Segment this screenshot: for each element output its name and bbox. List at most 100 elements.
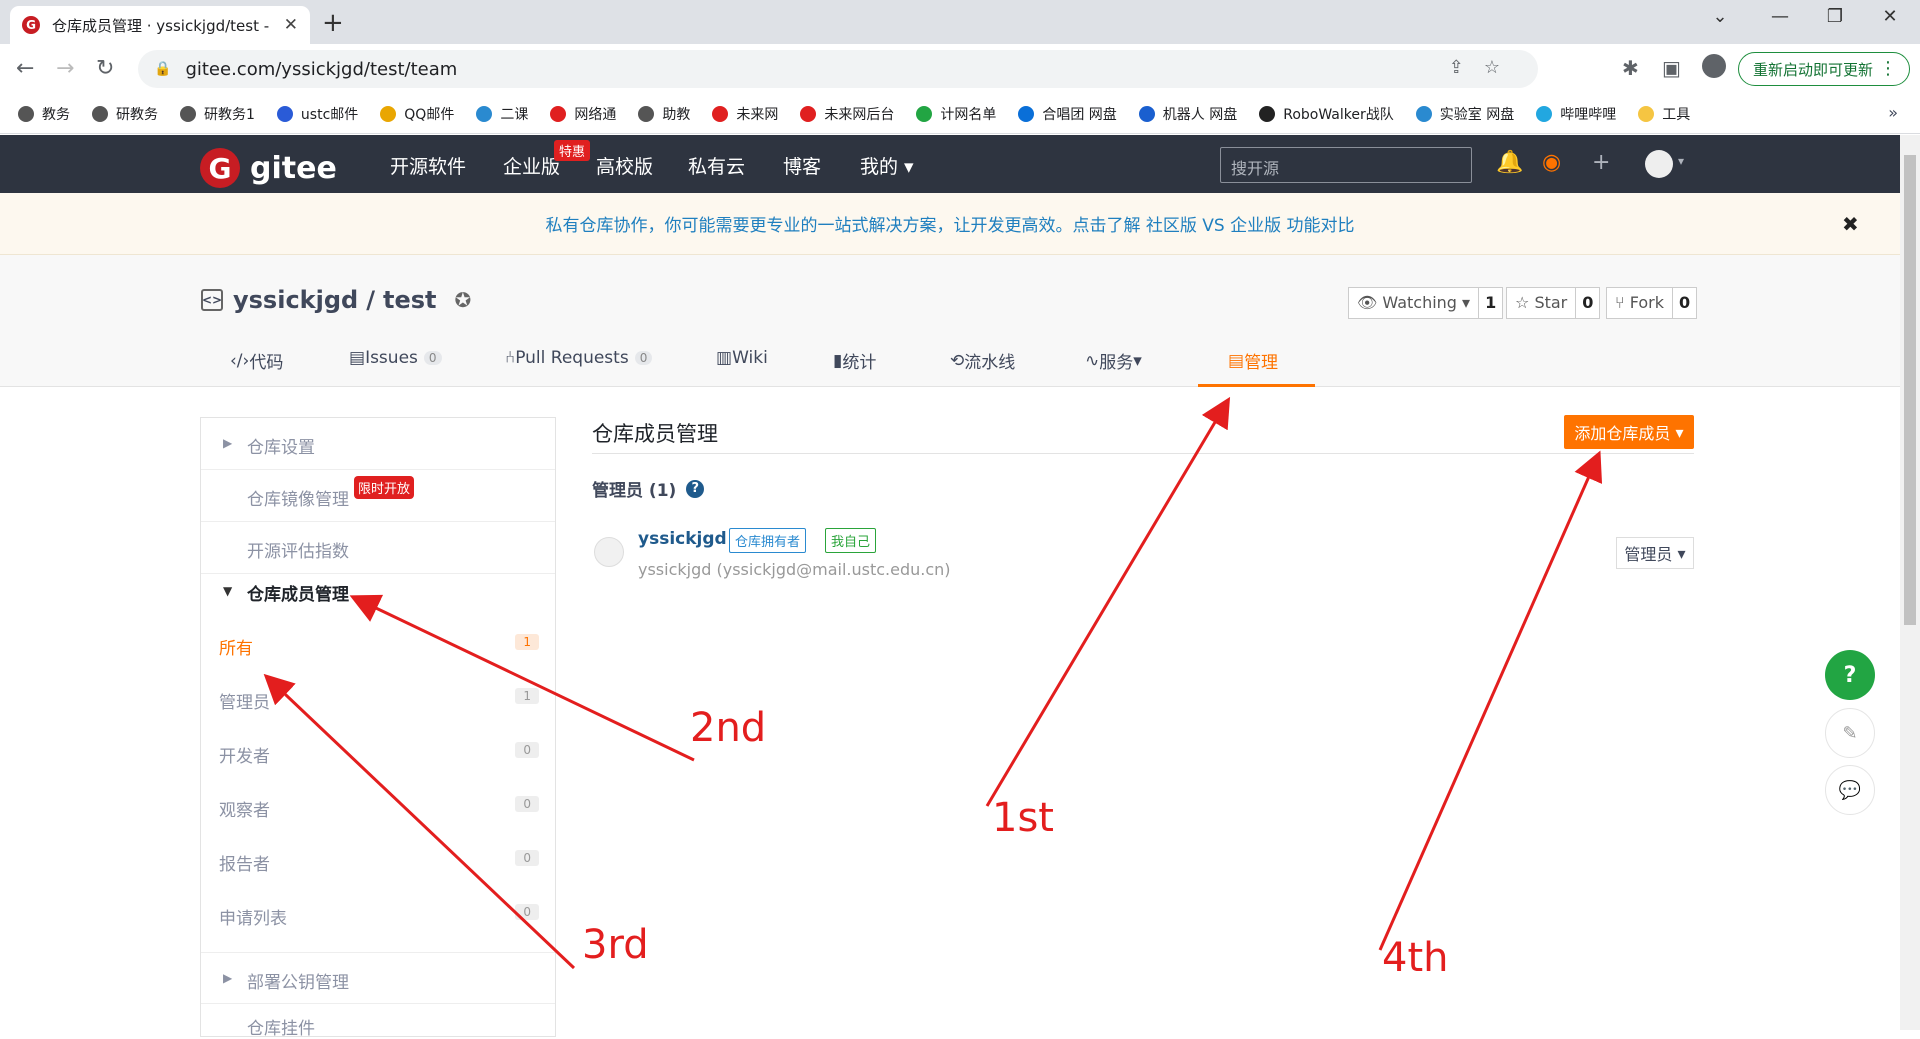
sidebar-deploy-keys[interactable]: ▶ 部署公钥管理 — [201, 952, 555, 1004]
tab-wiki[interactable]: ▥ Wiki — [716, 348, 768, 368]
restore-icon[interactable]: ❐ — [1815, 6, 1855, 27]
bookmark-item[interactable]: 研教务1 — [180, 104, 255, 124]
bookmark-label: 合唱团 网盘 — [1042, 106, 1117, 123]
sidebar-oss-index[interactable]: 开源评估指数 — [201, 522, 555, 574]
bookmark-item[interactable]: 教务 — [18, 104, 70, 124]
gitee-logo[interactable]: G gitee — [200, 148, 337, 188]
sidebar-item-observers[interactable]: 观察者 0 — [201, 796, 555, 821]
back-icon[interactable]: ← — [16, 56, 34, 81]
bookmark-item[interactable]: 合唱团 网盘 — [1018, 104, 1117, 124]
role-select[interactable]: 管理员 ▾ — [1616, 537, 1694, 569]
nav-mine[interactable]: 我的 ▾ — [860, 152, 914, 179]
tab-manage[interactable]: ▤ 管理 — [1228, 348, 1278, 374]
new-tab-icon[interactable]: + — [322, 8, 344, 38]
nav-university[interactable]: 高校版 — [596, 152, 653, 179]
bookmark-item[interactable]: 实验室 网盘 — [1415, 104, 1514, 124]
profile-icon[interactable] — [1702, 54, 1726, 78]
bookmark-item[interactable]: ustc邮件 — [276, 104, 358, 124]
repo-owner[interactable]: yssickjgd — [233, 286, 358, 314]
sidebar-member-mgmt[interactable]: ▼ 仓库成员管理 — [201, 580, 555, 605]
notice-text[interactable]: 私有仓库协作，你可能需要更专业的一站式解决方案，让开发更高效。点击了解 社区版 … — [545, 211, 1354, 236]
sidebar-item-all[interactable]: 所有 1 — [201, 634, 555, 659]
user-avatar[interactable] — [1645, 150, 1673, 178]
add-member-button[interactable]: 添加仓库成员 ▾ — [1564, 415, 1694, 449]
fork-button[interactable]: ⑂ Fork 0 — [1606, 287, 1698, 319]
bookmark-item[interactable]: 网络通 — [550, 104, 616, 124]
sidebar-item-applications[interactable]: 申请列表 0 — [201, 904, 555, 929]
watch-count[interactable]: 1 — [1479, 288, 1502, 318]
nav-blog[interactable]: 博客 — [783, 152, 821, 179]
close-tab-icon[interactable]: ✕ — [284, 15, 298, 35]
admins-heading: 管理员 (1) ? — [592, 476, 705, 501]
nav-private-cloud[interactable]: 私有云 — [688, 152, 745, 179]
bookmark-icon — [800, 105, 817, 122]
badge-icon[interactable]: ✪ — [455, 288, 472, 312]
repo-name[interactable]: test — [383, 286, 437, 314]
watch-label[interactable]: 👁 Watching ▾ — [1349, 288, 1480, 318]
chat-icon[interactable]: 💬 — [1825, 765, 1875, 815]
fork-label[interactable]: ⑂ Fork — [1607, 288, 1673, 318]
url-input[interactable]: 🔒 gitee.com/yssickjgd/test/team ⇪☆ — [138, 50, 1538, 88]
notice-banner[interactable]: 私有仓库协作，你可能需要更专业的一站式解决方案，让开发更高效。点击了解 社区版 … — [0, 193, 1900, 255]
bookmark-item[interactable]: 机器人 网盘 — [1138, 104, 1237, 124]
forward-icon[interactable]: → — [56, 56, 74, 81]
tab-code[interactable]: ‹/› 代码 — [230, 348, 283, 374]
member-name[interactable]: yssickjgd — [638, 529, 727, 549]
bookmark-item[interactable]: 工具 — [1638, 104, 1690, 124]
minimize-icon[interactable]: — — [1760, 6, 1800, 27]
bookmark-item[interactable]: 助教 — [638, 104, 690, 124]
bell-icon[interactable]: 🔔 — [1496, 150, 1523, 175]
tab-services[interactable]: ∿ 服务 ▾ — [1085, 348, 1142, 374]
bookmark-item[interactable]: 研教务 — [92, 104, 158, 124]
tab-issues[interactable]: ▤ Issues 0 — [349, 348, 442, 368]
help-float-button[interactable]: ? — [1825, 650, 1875, 700]
reload-icon[interactable]: ↻ — [96, 56, 114, 81]
avatar-dropdown-icon[interactable]: ▾ — [1678, 154, 1684, 168]
share-star-icons[interactable]: ⇪☆ — [1449, 57, 1520, 78]
plus-icon[interactable]: + — [1592, 150, 1610, 175]
nav-open-source[interactable]: 开源软件 — [390, 152, 466, 179]
tab-search-icon[interactable]: ⌄ — [1700, 6, 1740, 27]
menu-dots-icon[interactable]: ⋮ — [1879, 58, 1897, 79]
help-icon[interactable]: ? — [686, 479, 705, 498]
watch-button[interactable]: 👁 Watching ▾ 1 — [1348, 287, 1504, 319]
bookmarks-more[interactable]: » — [1888, 103, 1898, 122]
bookmark-item[interactable]: QQ邮件 — [380, 104, 454, 124]
sidepanel-icon[interactable]: ▣ — [1662, 56, 1681, 80]
bookmarks-bar: 教务 研教务 研教务1 ustc邮件 QQ邮件 二课 网络通 助教 未来网 未来网后台 计网名单 合唱… — [0, 94, 1920, 134]
tab-pull-requests[interactable]: ⑃ Pull Requests 0 — [505, 348, 653, 368]
nav-enterprise[interactable]: 企业版 — [503, 152, 560, 179]
bookmark-item[interactable]: 哔哩哔哩 — [1536, 104, 1616, 124]
bookmark-item[interactable]: 未来网后台 — [800, 104, 894, 124]
update-button[interactable]: 重新启动即可更新 ⋮ — [1738, 52, 1910, 86]
bookmark-item[interactable]: RoboWalker战队 — [1259, 104, 1394, 124]
sidebar-item-reporters[interactable]: 报告者 0 — [201, 850, 555, 875]
browser-tab[interactable]: G 仓库成员管理 · yssickjgd/test - ✕ — [10, 6, 310, 44]
star-label[interactable]: ☆ Star — [1507, 288, 1577, 318]
tab-pipeline[interactable]: ⟲ 流水线 — [950, 348, 1015, 374]
extensions-icon[interactable]: ✱ — [1622, 56, 1639, 80]
sidebar-repo-settings[interactable]: ▶ 仓库设置 — [201, 418, 555, 470]
star-button[interactable]: ☆ Star 0 — [1506, 287, 1601, 319]
sidebar-plugins[interactable]: 仓库挂件 — [201, 1014, 555, 1039]
star-count[interactable]: 0 — [1576, 288, 1599, 318]
close-window-icon[interactable]: ✕ — [1870, 6, 1910, 27]
page-scrollbar[interactable] — [1900, 135, 1920, 1030]
feedback-icon[interactable]: ✎ — [1825, 708, 1875, 758]
gitee-favicon-icon: G — [22, 16, 40, 34]
bookmark-item[interactable]: 未来网 — [712, 104, 778, 124]
bookmark-item[interactable]: 二课 — [476, 104, 528, 124]
tab-stats[interactable]: ▮ 统计 — [833, 348, 876, 374]
bulb-icon[interactable]: ◉ — [1542, 150, 1561, 175]
member-avatar[interactable] — [594, 537, 624, 567]
scrollbar-thumb[interactable] — [1904, 155, 1916, 625]
member-email: yssickjgd (yssickjgd@mail.ustc.edu.cn) — [638, 560, 951, 579]
sidebar-item-admins[interactable]: 管理员 1 — [201, 688, 555, 713]
search-input[interactable]: 搜开源 — [1220, 147, 1472, 183]
close-icon[interactable]: ✖ — [1842, 212, 1859, 236]
fork-count[interactable]: 0 — [1673, 288, 1696, 318]
sidebar-item-developers[interactable]: 开发者 0 — [201, 742, 555, 767]
gitee-logo-icon: G — [200, 148, 240, 188]
owner-tag: 仓库拥有者 — [729, 528, 807, 553]
bookmark-item[interactable]: 计网名单 — [916, 104, 996, 124]
